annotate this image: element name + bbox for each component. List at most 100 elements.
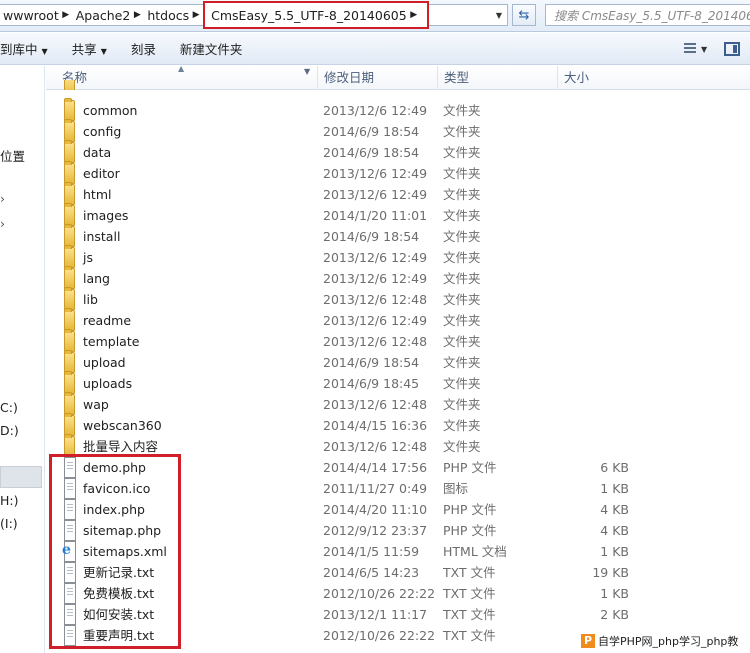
table-row[interactable]: readme 2013/12/6 12:49 文件夹 [46,308,750,331]
folder-icon [64,182,75,205]
folder-icon [64,392,75,415]
change-view-button[interactable]: ▼ [684,40,710,58]
file-size: 19 KB [592,565,629,580]
table-row[interactable]: js 2013/12/6 12:49 文件夹 [46,245,750,268]
file-name: 更新记录.txt [83,565,155,580]
file-date: 2014/6/9 18:54 [323,124,420,139]
table-row[interactable]: lang 2013/12/6 12:49 文件夹 [46,266,750,289]
table-row[interactable]: common 2013/12/6 12:49 文件夹 [46,98,750,121]
file-date: 2013/12/1 11:17 [323,607,428,622]
breadcrumb-wwwroot[interactable]: wwwroot ▶ [0,5,73,25]
file-size [528,331,629,352]
file-date: 2014/6/9 18:54 [323,229,420,244]
breadcrumb[interactable]: wwwroot ▶ Apache2 ▶ htdocs ▶ CmsEasy_5.5_UT… [0,1,508,29]
nav-item-drive-c[interactable]: C:) [0,400,18,415]
file-type: 文件夹 [443,103,481,118]
file-type: 文件夹 [443,271,481,286]
watermark: P 自学PHP网_php学习_php教 [575,628,750,653]
preview-pane-icon[interactable] [724,42,740,56]
table-row[interactable]: 如何安装.txt 2013/12/1 11:17 TXT 文件 2 KB [46,604,750,625]
file-date: 2013/12/6 12:48 [323,334,428,349]
folder-icon [64,203,75,226]
file-name: demo.php [83,460,146,475]
breadcrumb-htdocs[interactable]: htdocs ▶ [144,5,203,25]
file-date: 2014/1/20 11:01 [323,208,428,223]
table-row[interactable]: 更新记录.txt 2014/6/5 14:23 TXT 文件 19 KB [46,562,750,583]
file-date: 2013/12/6 12:49 [323,271,428,286]
include-in-library-button[interactable]: 到库中 ▼ [0,39,56,58]
table-row[interactable]: index.php 2014/4/20 11:10 PHP 文件 4 KB [46,499,750,520]
folder-icon [64,434,75,457]
file-type: TXT 文件 [443,628,496,643]
file-name: common [83,103,138,118]
chevron-right-icon[interactable]: ▶ [130,10,144,20]
file-name: js [83,250,93,265]
table-row[interactable]: install 2014/6/9 18:54 文件夹 [46,224,750,247]
file-name: editor [83,166,120,181]
chevron-right-icon[interactable]: ▶ [59,10,73,20]
nav-expand-icon[interactable]: › [0,191,5,206]
table-row[interactable]: upload 2014/6/9 18:54 文件夹 [46,350,750,373]
table-row[interactable]: lib 2013/12/6 12:48 文件夹 [46,287,750,310]
table-row[interactable]: uploads 2014/6/9 18:45 文件夹 [46,371,750,394]
chevron-down-icon: ▼ [495,10,503,20]
address-bar: wwwroot ▶ Apache2 ▶ htdocs ▶ CmsEasy_5.5_UT… [0,0,750,32]
table-row[interactable]: sitemaps.xml 2014/1/5 11:59 HTML 文档 1 KB [46,540,750,562]
file-date: 2013/12/6 12:49 [323,103,428,118]
file-type: 文件夹 [443,250,481,265]
chevron-down-icon[interactable]: ▼ [304,67,310,76]
table-row[interactable]: demo.php 2014/4/14 17:56 PHP 文件 6 KB [46,457,750,478]
table-row[interactable]: sitemap.php 2012/9/12 23:37 PHP 文件 4 KB [46,520,750,541]
file-icon [64,604,76,625]
folder-icon [64,98,75,121]
file-icon [64,478,76,499]
file-type: 图标 [443,481,469,496]
table-row[interactable]: html 2013/12/6 12:49 文件夹 [46,182,750,205]
new-folder-button[interactable]: 新建文件夹 [172,39,251,58]
file-size: 1 KB [600,544,629,559]
nav-item-drive-i[interactable]: (I:) [0,516,18,531]
file-size [528,394,629,415]
table-row[interactable]: 批量导入内容 2013/12/6 12:48 文件夹 [46,434,750,457]
file-date: 2013/12/6 12:49 [323,313,428,328]
file-type: 文件夹 [443,124,481,139]
breadcrumb-current-folder[interactable]: CmsEasy_5.5_UTF-8_20140605 ▶ [203,1,429,29]
file-size: 1 KB [600,586,629,601]
nav-item-drive-h[interactable]: H:) [0,493,19,508]
file-date: 2014/4/14 17:56 [323,460,428,475]
nav-item-drive-d[interactable]: D:) [0,423,19,438]
address-history-dropdown[interactable]: ▼ [490,5,508,25]
file-type: PHP 文件 [443,523,497,538]
chevron-right-icon[interactable]: ▶ [189,10,203,20]
nav-selected-item[interactable] [0,466,42,488]
file-size [528,184,629,205]
search-input[interactable]: 搜索 CmsEasy_5.5_UTF-8_20140605 [545,4,750,26]
file-date: 2013/12/6 12:48 [323,439,428,454]
file-icon [64,499,76,520]
nav-expand-icon[interactable]: › [0,216,5,231]
file-icon [64,562,76,583]
file-size [528,268,629,289]
breadcrumb-apache2[interactable]: Apache2 ▶ [73,5,145,25]
table-row[interactable]: images 2014/1/20 11:01 文件夹 [46,203,750,226]
nav-item-location[interactable]: 位置 [0,146,25,165]
share-button[interactable]: 共享 ▼ [64,39,115,58]
file-name: webscan360 [83,418,162,433]
burn-button[interactable]: 刻录 [123,39,164,58]
table-row[interactable]: editor 2013/12/6 12:49 文件夹 [46,161,750,184]
file-name: uploads [83,376,133,391]
table-row[interactable]: 免费模板.txt 2012/10/26 22:22 TXT 文件 1 KB [46,583,750,604]
file-size [528,436,629,457]
file-type: HTML 文档 [443,544,507,559]
chevron-right-icon[interactable]: ▶ [407,10,421,20]
table-row[interactable]: wap 2013/12/6 12:48 文件夹 [46,392,750,415]
table-row[interactable]: template 2013/12/6 12:48 文件夹 [46,329,750,352]
file-date: 2013/12/6 12:49 [323,187,428,202]
table-row[interactable] [46,80,750,90]
table-row[interactable]: favicon.ico 2011/11/27 0:49 图标 1 KB [46,478,750,499]
table-row[interactable]: data 2014/6/9 18:54 文件夹 [46,140,750,163]
table-row[interactable]: webscan360 2014/4/15 16:36 文件夹 [46,413,750,436]
file-type: 文件夹 [443,145,481,160]
refresh-button[interactable]: ⇆ [512,4,536,26]
table-row[interactable]: config 2014/6/9 18:54 文件夹 [46,119,750,142]
